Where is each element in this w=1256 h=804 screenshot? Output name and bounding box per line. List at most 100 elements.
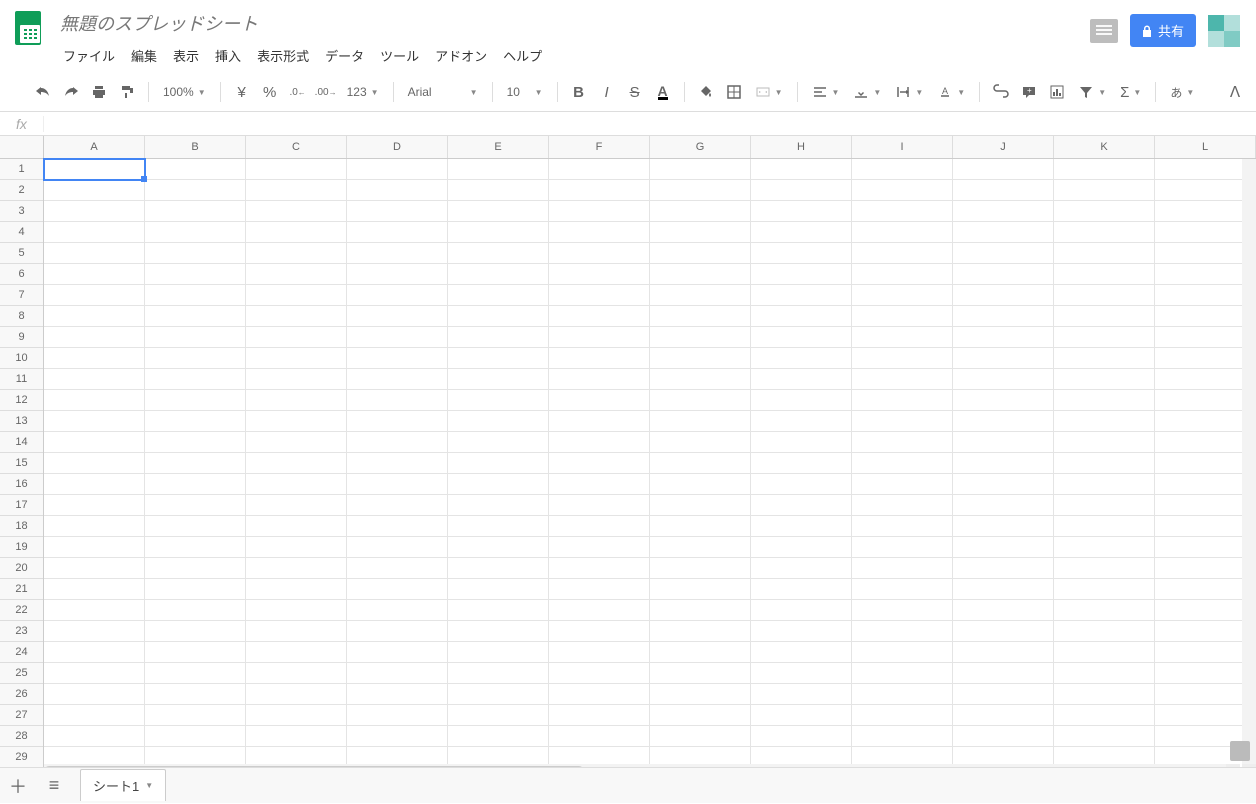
cell-E18[interactable] (448, 516, 549, 537)
row-header-7[interactable]: 7 (0, 285, 43, 306)
cell-F21[interactable] (549, 579, 650, 600)
row-header-13[interactable]: 13 (0, 411, 43, 432)
cell-E25[interactable] (448, 663, 549, 684)
cell-L11[interactable] (1155, 369, 1256, 390)
cell-I12[interactable] (852, 390, 953, 411)
row-header-3[interactable]: 3 (0, 201, 43, 222)
cell-B22[interactable] (145, 600, 246, 621)
font-size-combo[interactable]: 10▼ (501, 79, 549, 105)
row-header-16[interactable]: 16 (0, 474, 43, 495)
cell-L19[interactable] (1155, 537, 1256, 558)
cell-G18[interactable] (650, 516, 751, 537)
cell-I11[interactable] (852, 369, 953, 390)
cell-G17[interactable] (650, 495, 751, 516)
cell-I9[interactable] (852, 327, 953, 348)
menu-help[interactable]: ヘルプ (496, 42, 549, 69)
cell-D13[interactable] (347, 411, 448, 432)
cell-I16[interactable] (852, 474, 953, 495)
col-header-E[interactable]: E (448, 136, 549, 158)
cell-D8[interactable] (347, 306, 448, 327)
row-header-23[interactable]: 23 (0, 621, 43, 642)
cell-H23[interactable] (751, 621, 852, 642)
row-header-22[interactable]: 22 (0, 600, 43, 621)
cell-D24[interactable] (347, 642, 448, 663)
cell-E28[interactable] (448, 726, 549, 747)
cell-G6[interactable] (650, 264, 751, 285)
cell-C1[interactable] (246, 159, 347, 180)
cell-A1[interactable] (44, 159, 145, 180)
cell-H28[interactable] (751, 726, 852, 747)
row-header-1[interactable]: 1 (0, 159, 43, 180)
cell-F22[interactable] (549, 600, 650, 621)
cell-D19[interactable] (347, 537, 448, 558)
cell-H9[interactable] (751, 327, 852, 348)
menu-edit[interactable]: 編集 (124, 42, 164, 69)
cell-H17[interactable] (751, 495, 852, 516)
cell-H7[interactable] (751, 285, 852, 306)
cell-A10[interactable] (44, 348, 145, 369)
cell-E27[interactable] (448, 705, 549, 726)
row-header-25[interactable]: 25 (0, 663, 43, 684)
cell-A9[interactable] (44, 327, 145, 348)
cell-G14[interactable] (650, 432, 751, 453)
cell-B1[interactable] (145, 159, 246, 180)
row-header-24[interactable]: 24 (0, 642, 43, 663)
share-button[interactable]: 共有 (1130, 14, 1196, 47)
functions-combo[interactable]: Σ▼ (1114, 79, 1147, 105)
cell-D16[interactable] (347, 474, 448, 495)
row-header-2[interactable]: 2 (0, 180, 43, 201)
cell-K14[interactable] (1054, 432, 1155, 453)
cell-B15[interactable] (145, 453, 246, 474)
cell-B21[interactable] (145, 579, 246, 600)
cell-A6[interactable] (44, 264, 145, 285)
row-header-5[interactable]: 5 (0, 243, 43, 264)
cell-C4[interactable] (246, 222, 347, 243)
cell-L5[interactable] (1155, 243, 1256, 264)
cell-H5[interactable] (751, 243, 852, 264)
cell-K12[interactable] (1054, 390, 1155, 411)
cell-L10[interactable] (1155, 348, 1256, 369)
cell-K4[interactable] (1054, 222, 1155, 243)
cell-K28[interactable] (1054, 726, 1155, 747)
cell-E7[interactable] (448, 285, 549, 306)
cell-E21[interactable] (448, 579, 549, 600)
cell-G22[interactable] (650, 600, 751, 621)
cell-L21[interactable] (1155, 579, 1256, 600)
cell-L26[interactable] (1155, 684, 1256, 705)
row-header-15[interactable]: 15 (0, 453, 43, 474)
cell-B13[interactable] (145, 411, 246, 432)
comment-button[interactable]: + (1016, 79, 1042, 105)
cell-G12[interactable] (650, 390, 751, 411)
row-header-9[interactable]: 9 (0, 327, 43, 348)
cell-J26[interactable] (953, 684, 1054, 705)
cell-G28[interactable] (650, 726, 751, 747)
col-header-A[interactable]: A (44, 136, 145, 158)
cell-E4[interactable] (448, 222, 549, 243)
menu-addons[interactable]: アドオン (428, 42, 494, 69)
cell-F6[interactable] (549, 264, 650, 285)
font-combo[interactable]: Arial▼ (402, 79, 484, 105)
cell-K10[interactable] (1054, 348, 1155, 369)
text-rotate-combo[interactable]: A▼ (931, 79, 971, 105)
cell-G4[interactable] (650, 222, 751, 243)
cell-I24[interactable] (852, 642, 953, 663)
cell-K25[interactable] (1054, 663, 1155, 684)
cell-E2[interactable] (448, 180, 549, 201)
cell-J24[interactable] (953, 642, 1054, 663)
cell-H27[interactable] (751, 705, 852, 726)
cell-I17[interactable] (852, 495, 953, 516)
cell-F14[interactable] (549, 432, 650, 453)
row-header-26[interactable]: 26 (0, 684, 43, 705)
row-header-17[interactable]: 17 (0, 495, 43, 516)
cell-I22[interactable] (852, 600, 953, 621)
cell-J14[interactable] (953, 432, 1054, 453)
cell-K6[interactable] (1054, 264, 1155, 285)
cell-A3[interactable] (44, 201, 145, 222)
row-header-14[interactable]: 14 (0, 432, 43, 453)
cell-K9[interactable] (1054, 327, 1155, 348)
cell-H22[interactable] (751, 600, 852, 621)
cell-G26[interactable] (650, 684, 751, 705)
cell-D12[interactable] (347, 390, 448, 411)
cell-C3[interactable] (246, 201, 347, 222)
cell-C27[interactable] (246, 705, 347, 726)
